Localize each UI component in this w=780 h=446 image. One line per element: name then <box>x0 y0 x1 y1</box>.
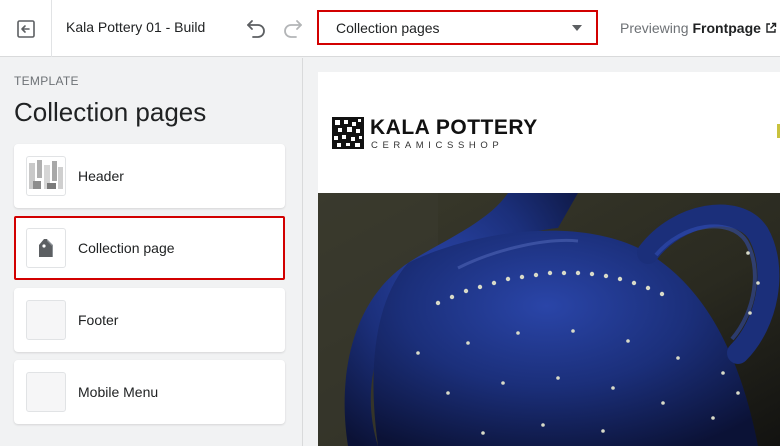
redo-icon <box>284 20 302 38</box>
preview-page-link[interactable]: Frontpage <box>692 20 760 36</box>
undo-button[interactable] <box>243 15 269 41</box>
section-card-footer[interactable]: Footer <box>14 288 285 352</box>
preview-info: Previewing Frontpage <box>620 20 777 36</box>
template-heading: Collection pages <box>14 97 207 127</box>
collection-page-thumbnail <box>26 228 66 268</box>
header-thumbnail <box>26 156 66 196</box>
preview-prefix: Previewing <box>620 20 689 36</box>
redo-button[interactable] <box>280 15 306 41</box>
exit-icon <box>16 19 35 38</box>
theme-title: Kala Pottery 01 - Build <box>66 19 206 35</box>
store-logo-title: KALA POTTERY <box>370 116 538 139</box>
template-sidebar: TEMPLATE Collection pages Header Collect… <box>0 58 303 446</box>
mobile-menu-thumbnail <box>26 372 66 412</box>
collection-tag-icon <box>39 239 53 257</box>
section-label: Footer <box>78 312 119 328</box>
preview-area: KALA POTTERY CERAMICSSHOP <box>304 58 780 446</box>
external-link-icon[interactable] <box>765 22 777 34</box>
section-label: Collection page <box>78 240 175 256</box>
store-logo-subtitle: CERAMICSSHOP <box>371 140 504 151</box>
section-label: Mobile Menu <box>78 384 159 400</box>
template-select[interactable]: Collection pages <box>317 10 598 45</box>
footer-thumbnail <box>26 300 66 340</box>
logo-mark-icon <box>332 117 364 149</box>
section-card-header[interactable]: Header <box>14 144 285 208</box>
section-card-collection-page[interactable]: Collection page <box>14 216 285 280</box>
hero-image <box>318 193 780 446</box>
template-kicker: TEMPLATE <box>14 74 79 88</box>
exit-button[interactable] <box>0 0 52 57</box>
chevron-down-icon <box>572 25 582 31</box>
undo-icon <box>247 20 265 38</box>
section-label: Header <box>78 168 124 184</box>
section-card-mobile-menu[interactable]: Mobile Menu <box>14 360 285 424</box>
template-select-value: Collection pages <box>336 19 440 36</box>
editor-topbar: Kala Pottery 01 - Build Collection pages… <box>0 0 780 57</box>
store-header: KALA POTTERY CERAMICSSHOP <box>318 72 780 193</box>
store-preview-frame[interactable]: KALA POTTERY CERAMICSSHOP <box>318 72 780 446</box>
